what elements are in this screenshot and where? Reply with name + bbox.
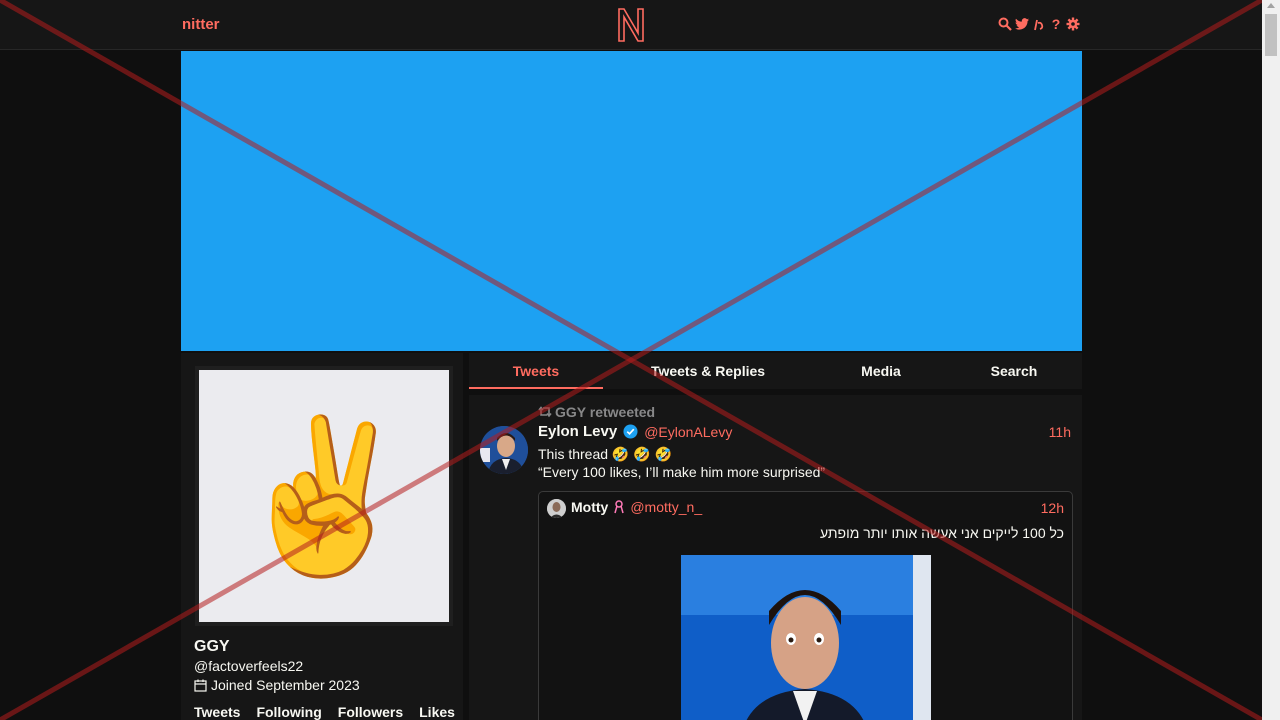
active-tab-indicator [469, 387, 603, 389]
tweet-content: This thread 🤣 🤣 🤣 “Every 100 likes, I’ll… [538, 445, 825, 481]
scroll-thumb[interactable] [1265, 14, 1277, 56]
scroll-up-arrow-icon[interactable] [1267, 3, 1275, 8]
twitter-bird-icon[interactable] [1015, 16, 1029, 32]
retweet-header: GGY retweeted [538, 404, 655, 420]
tweet-username[interactable]: @EylonALevy [644, 424, 732, 440]
quote-username[interactable]: @motty_n_ [630, 499, 702, 515]
timeline-tabs: Tweets Tweets & Replies Media Search [469, 353, 1082, 389]
profile-joined: Joined September 2023 [194, 677, 360, 693]
quoted-tweet[interactable]: Motty @motty_n_ 12h כל 100 לייקים אני אע… [538, 491, 1073, 720]
profile-card: ✌️ GGY @factoverfeels22 Joined September… [181, 353, 463, 720]
page-scrollbar[interactable] [1262, 0, 1280, 720]
media-photo-placeholder [681, 555, 931, 720]
profile-stats: Tweets Following Followers Likes [194, 704, 455, 720]
profile-name[interactable]: GGY [194, 638, 230, 656]
victory-hand-emoji: ✌️ [199, 370, 449, 622]
tab-tweets-replies[interactable]: Tweets & Replies [629, 363, 787, 379]
quote-text: כל 100 לייקים אני אעשה אותו יותר מופתע [820, 525, 1064, 541]
quote-avatar-photo-placeholder [547, 499, 566, 518]
tweet-date[interactable]: 11h [1049, 424, 1071, 440]
tweet-text-line: “Every 100 likes, I’ll make him more sur… [538, 464, 826, 480]
search-icon[interactable] [998, 16, 1012, 32]
nav-icons: ? [998, 16, 1080, 32]
retweet-icon [538, 406, 552, 418]
settings-gear-icon[interactable] [1066, 16, 1080, 32]
joined-date: Joined September 2023 [211, 677, 360, 693]
navbar: nitter ? [0, 0, 1262, 50]
author-photo-placeholder [480, 426, 528, 474]
profile-banner[interactable] [181, 51, 1082, 351]
calendar-icon [194, 679, 207, 692]
stat-likes[interactable]: Likes [419, 704, 455, 720]
quote-header: Motty @motty_n_ [571, 499, 702, 515]
profile-avatar[interactable]: ✌️ [195, 366, 453, 626]
ribbon-icon [614, 500, 625, 514]
quote-fullname[interactable]: Motty [571, 499, 608, 515]
retweet-label[interactable]: GGY retweeted [555, 404, 655, 420]
tweet-author-avatar[interactable] [480, 426, 528, 474]
tweet-fullname[interactable]: Eylon Levy [538, 423, 617, 440]
profile-handle[interactable]: @factoverfeels22 [194, 658, 303, 674]
nitter-logo[interactable] [616, 7, 646, 43]
tab-media[interactable]: Media [839, 363, 923, 379]
stat-tweets[interactable]: Tweets [194, 704, 240, 720]
quote-date[interactable]: 12h [1041, 500, 1064, 516]
tab-search[interactable]: Search [974, 363, 1054, 379]
stat-followers[interactable]: Followers [338, 704, 403, 720]
quote-author-avatar[interactable] [547, 499, 566, 518]
stat-following[interactable]: Following [256, 704, 321, 720]
brand-link[interactable]: nitter [182, 16, 220, 33]
timeline: GGY retweeted Eylon Levy @EylonALevy 11h… [469, 395, 1082, 720]
tweet-header: Eylon Levy @EylonALevy [538, 423, 732, 440]
verified-badge-icon [623, 424, 638, 439]
help-icon[interactable]: ? [1049, 16, 1063, 32]
tweet-text-line: This thread 🤣 🤣 🤣 [538, 446, 672, 462]
quote-media-image[interactable] [681, 555, 931, 720]
tab-tweets[interactable]: Tweets [469, 363, 603, 379]
rss-icon[interactable] [1032, 16, 1046, 32]
